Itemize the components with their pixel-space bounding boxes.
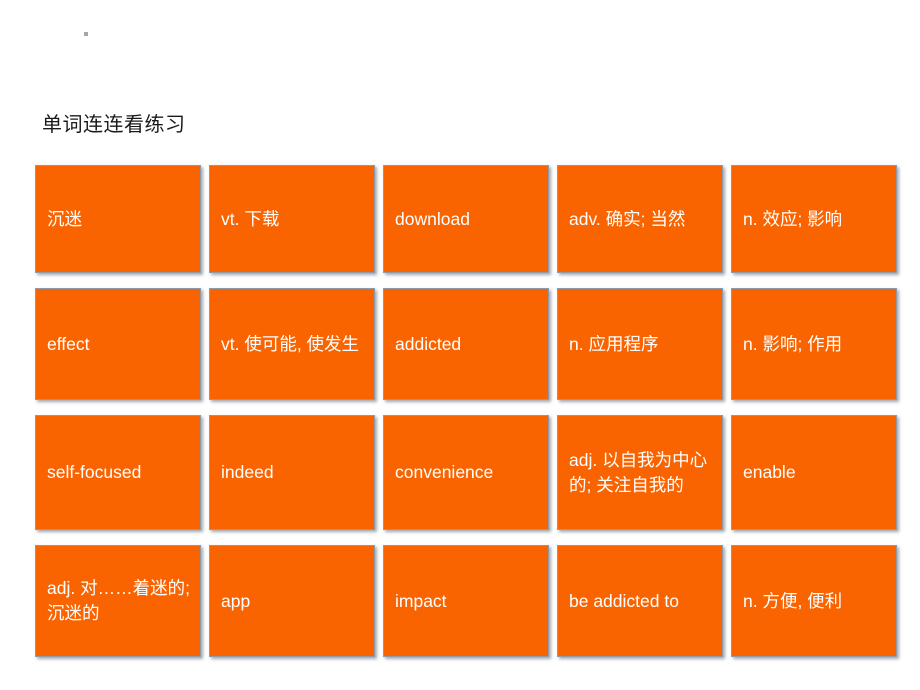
word-card[interactable]: enable <box>731 415 897 530</box>
word-card[interactable]: adj. 以自我为中心的; 关注自我的 <box>557 415 723 530</box>
word-card-label: 沉迷 <box>47 208 82 229</box>
word-card[interactable]: vt. 使可能, 使发生 <box>209 288 375 400</box>
word-card[interactable]: be addicted to <box>557 545 723 657</box>
word-card[interactable]: effect <box>35 288 201 400</box>
word-card-label: vt. 使可能, 使发生 <box>221 333 360 354</box>
word-card-label: n. 应用程序 <box>569 333 659 354</box>
word-card[interactable]: n. 影响; 作用 <box>731 288 897 400</box>
word-card[interactable]: n. 应用程序 <box>557 288 723 400</box>
word-card[interactable]: n. 方便, 便利 <box>731 545 897 657</box>
slide-canvas: 单词连连看练习 沉迷 vt. 下载 download adv. 确实; 当然 n… <box>0 0 920 690</box>
word-card[interactable]: addicted <box>383 288 549 400</box>
corner-marker-dot <box>84 32 88 36</box>
word-card[interactable]: self-focused <box>35 415 201 530</box>
word-card-label: app <box>221 590 251 611</box>
word-card-label: effect <box>47 333 90 354</box>
word-card-label: adj. 以自我为中心的; 关注自我的 <box>569 449 708 495</box>
word-card-label: adj. 对……着迷的; 沉迷的 <box>47 578 190 623</box>
word-card-label: indeed <box>221 462 274 482</box>
word-card[interactable]: vt. 下载 <box>209 165 375 273</box>
word-card[interactable]: n. 效应; 影响 <box>731 165 897 273</box>
word-card[interactable]: app <box>209 545 375 657</box>
word-card[interactable]: convenience <box>383 415 549 530</box>
word-card-label: impact <box>395 590 447 611</box>
word-card[interactable]: impact <box>383 545 549 657</box>
word-card[interactable]: indeed <box>209 415 375 530</box>
word-card-label: adv. 确实; 当然 <box>569 208 686 229</box>
word-card-label: n. 效应; 影响 <box>743 208 843 229</box>
word-card[interactable]: adj. 对……着迷的; 沉迷的 <box>35 545 201 657</box>
word-card-label: self-focused <box>47 462 142 482</box>
word-card-label: be addicted to <box>569 590 679 611</box>
word-card-label: n. 影响; 作用 <box>743 333 843 354</box>
word-card-label: n. 方便, 便利 <box>743 590 843 611</box>
page-title: 单词连连看练习 <box>42 114 186 136</box>
word-card-label: vt. 下载 <box>221 208 280 229</box>
word-card-label: addicted <box>395 333 462 354</box>
word-card-label: download <box>395 208 470 229</box>
word-card-label: enable <box>743 462 796 482</box>
word-card[interactable]: download <box>383 165 549 273</box>
word-card-label: convenience <box>395 462 494 482</box>
word-card[interactable]: adv. 确实; 当然 <box>557 165 723 273</box>
word-card[interactable]: 沉迷 <box>35 165 201 273</box>
word-match-card-grid: 沉迷 vt. 下载 download adv. 确实; 当然 n. 效应; 影响… <box>35 165 898 657</box>
